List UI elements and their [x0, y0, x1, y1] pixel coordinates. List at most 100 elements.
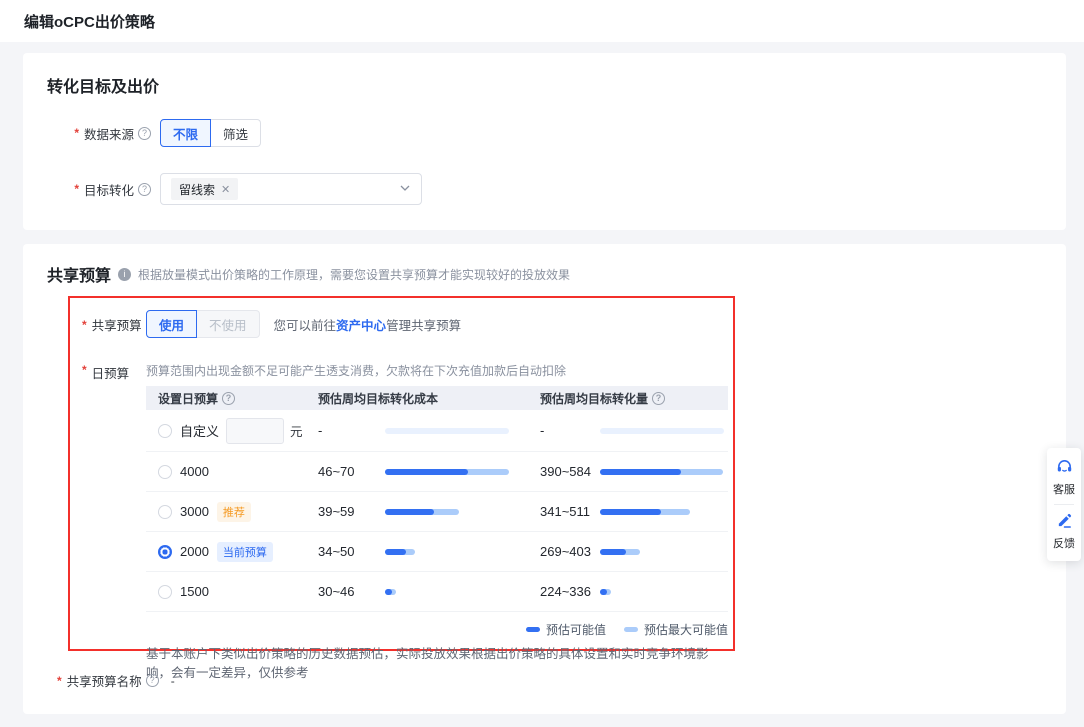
- estimated-cost-value: 30~46: [318, 584, 385, 599]
- shared-budget-subtitle: 根据放量模式出价策略的工作原理，需要您设置共享预算才能实现较好的投放效果: [138, 266, 570, 283]
- shared-budget-option-use[interactable]: 使用: [146, 310, 197, 338]
- estimated-cost-value: -: [318, 423, 385, 438]
- estimated-volume-cell: 341~511: [528, 504, 728, 519]
- help-icon[interactable]: ?: [222, 392, 235, 405]
- bar-dark-segment: [600, 469, 681, 475]
- cost-estimate-bar: [385, 428, 509, 434]
- highlight-red-box: * 共享预算 使用 不使用 您可以前往资产中心管理共享预算 * 日预算 预算范围…: [68, 296, 735, 651]
- daily-budget-label-col: * 日预算: [82, 362, 146, 684]
- header-estimated-cost: 预估周均目标转化成本: [306, 390, 528, 407]
- cost-estimate-bar: [385, 549, 509, 555]
- bar-dark-segment: [600, 589, 607, 595]
- header-label: 预估周均目标转化量: [540, 390, 648, 407]
- header-estimated-volume: 预估周均目标转化量 ?: [528, 390, 728, 407]
- budget-radio[interactable]: [158, 465, 172, 479]
- budget-radio[interactable]: [158, 505, 172, 519]
- budget-radio[interactable]: [158, 424, 172, 438]
- data-source-option-filter[interactable]: 筛选: [211, 119, 261, 147]
- target-conversion-label-col: * 目标转化 ?: [47, 180, 151, 199]
- shared-budget-toggle: 使用 不使用: [146, 310, 260, 338]
- estimated-volume-cell: 390~584: [528, 464, 728, 479]
- estimated-cost-cell: -: [306, 423, 528, 438]
- estimated-cost-cell: 34~50: [306, 544, 528, 559]
- legend-item: 预估最大可能值: [624, 621, 728, 638]
- header-label: 设置日预算: [158, 390, 218, 407]
- budget-table-header: 设置日预算 ? 预估周均目标转化成本 预估周均目标转化量 ?: [146, 386, 728, 410]
- help-icon[interactable]: ?: [146, 674, 159, 687]
- estimated-volume-cell: 224~336: [528, 584, 728, 599]
- recommended-badge: 推荐: [217, 502, 251, 522]
- legend-pill: [526, 627, 540, 632]
- help-icon[interactable]: ?: [138, 127, 151, 140]
- legend-label: 预估可能值: [546, 621, 606, 638]
- bar-dark-segment: [385, 589, 392, 595]
- chevron-down-icon[interactable]: [399, 182, 411, 197]
- info-icon: i: [118, 268, 131, 281]
- bar-dark-segment: [385, 509, 434, 515]
- customer-service-button[interactable]: 客服: [1053, 458, 1075, 497]
- table-row[interactable]: 自定义元--: [146, 410, 728, 452]
- data-source-toggle: 不限 筛选: [160, 119, 261, 147]
- estimated-volume-value: -: [540, 423, 600, 438]
- main-content: 转化目标及出价 * 数据来源 ? 不限 筛选 * 目标转化 ? 留线索 ✕: [0, 42, 1084, 714]
- header-label: 预估周均目标转化成本: [318, 390, 438, 407]
- feedback-button[interactable]: 反馈: [1053, 512, 1075, 551]
- required-asterisk: *: [82, 363, 87, 377]
- currency-unit-label: 元: [290, 421, 303, 440]
- budget-option-cell: 1500: [146, 584, 306, 599]
- feedback-label: 反馈: [1053, 535, 1075, 551]
- data-source-label-col: * 数据来源 ?: [47, 124, 151, 143]
- bar-legend: 预估可能值 预估最大可能值: [146, 621, 728, 638]
- customer-service-label: 客服: [1053, 481, 1075, 497]
- note-prefix: 您可以前往: [274, 319, 337, 333]
- shared-budget-option-not-use[interactable]: 不使用: [197, 310, 260, 338]
- table-row[interactable]: 1500 30~46 224~336: [146, 572, 728, 612]
- budget-radio[interactable]: [158, 585, 172, 599]
- floating-side-panel: 客服 反馈: [1047, 448, 1081, 561]
- conversion-card: 转化目标及出价 * 数据来源 ? 不限 筛选 * 目标转化 ? 留线索 ✕: [23, 53, 1066, 230]
- data-source-option-unlimited[interactable]: 不限: [160, 119, 211, 147]
- estimated-volume-value: 390~584: [540, 464, 600, 479]
- volume-estimate-bar: [600, 549, 724, 555]
- estimate-disclaimer: 基于本账户下类似出价策略的历史数据预估，实际投放效果根据出价策略的具体设置和实时…: [146, 645, 724, 684]
- required-asterisk: *: [82, 318, 87, 332]
- help-icon[interactable]: ?: [138, 183, 151, 196]
- headset-icon: [1056, 458, 1073, 478]
- volume-estimate-bar: [600, 428, 724, 434]
- legend-label: 预估最大可能值: [644, 621, 728, 638]
- required-asterisk: *: [74, 126, 79, 140]
- note-suffix: 管理共享预算: [386, 319, 461, 333]
- current-budget-badge: 当前预算: [217, 542, 273, 562]
- daily-budget-hint: 预算范围内出现金额不足可能产生透支消费，欠款将在下次充值加款后自动扣除: [146, 362, 728, 379]
- volume-estimate-bar: [600, 469, 724, 475]
- cost-estimate-bar: [385, 509, 509, 515]
- estimated-volume-cell: 269~403: [528, 544, 728, 559]
- data-source-row: * 数据来源 ? 不限 筛选: [47, 119, 1042, 147]
- shared-budget-card: 共享预算 i 根据放量模式出价策略的工作原理，需要您设置共享预算才能实现较好的投…: [23, 244, 1066, 714]
- daily-budget-label: 日预算: [92, 363, 130, 382]
- table-row[interactable]: 400046~70390~584: [146, 452, 728, 492]
- target-conversion-label: 目标转化: [84, 180, 134, 199]
- bar-light-segment: [385, 428, 509, 434]
- tag-close-icon[interactable]: ✕: [221, 183, 230, 196]
- asset-center-note: 您可以前往资产中心管理共享预算: [274, 315, 462, 334]
- custom-budget-input[interactable]: [226, 418, 284, 444]
- help-icon[interactable]: ?: [652, 392, 665, 405]
- bar-dark-segment: [385, 469, 468, 475]
- page-header: 编辑oCPC出价策略: [0, 0, 1084, 42]
- table-row[interactable]: 3000推荐39~59341~511: [146, 492, 728, 532]
- shared-budget-label-col: * 共享预算: [82, 314, 146, 334]
- cost-estimate-bar: [385, 469, 509, 475]
- pen-icon: [1056, 512, 1073, 532]
- daily-budget-content: 预算范围内出现金额不足可能产生透支消费，欠款将在下次充值加款后自动扣除 设置日预…: [146, 362, 728, 684]
- bar-light-segment: [600, 428, 724, 434]
- legend-item: 预估可能值: [526, 621, 606, 638]
- estimated-volume-cell: -: [528, 423, 728, 438]
- table-row[interactable]: 2000当前预算34~50269~403: [146, 532, 728, 572]
- estimated-cost-value: 39~59: [318, 504, 385, 519]
- target-conversion-select[interactable]: 留线索 ✕: [160, 173, 422, 205]
- budget-radio[interactable]: [158, 545, 172, 559]
- asset-center-link[interactable]: 资产中心: [336, 319, 386, 333]
- volume-estimate-bar: [600, 509, 724, 515]
- estimated-cost-cell: 46~70: [306, 464, 528, 479]
